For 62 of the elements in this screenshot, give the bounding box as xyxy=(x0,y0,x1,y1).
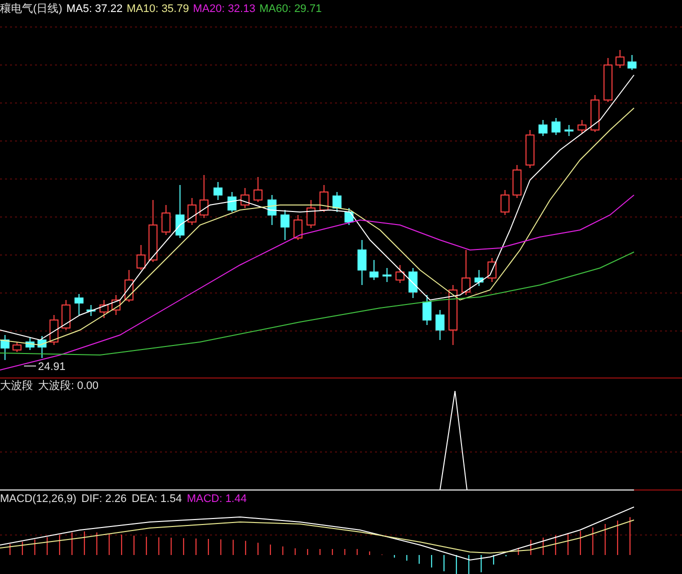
candlestick xyxy=(382,268,392,282)
candlestick xyxy=(50,314,58,346)
candlestick xyxy=(124,270,134,302)
candlestick xyxy=(280,210,290,240)
candlestick xyxy=(100,300,108,318)
candlestick xyxy=(474,270,484,286)
candlestick xyxy=(448,284,458,346)
candlestick xyxy=(254,176,262,202)
candlestick xyxy=(148,200,158,262)
candlestick xyxy=(408,268,418,298)
macd-label: DIF: 2.26 xyxy=(81,492,127,507)
candlestick xyxy=(12,342,22,352)
moving-average-value: MA60: 29.71 xyxy=(259,2,322,17)
candlestick xyxy=(214,182,222,200)
candlestick xyxy=(538,120,548,136)
candlestick xyxy=(26,338,34,350)
candlestick xyxy=(240,188,250,208)
stock-title: 穰电气(日线) xyxy=(0,2,62,17)
candlestick xyxy=(188,198,196,226)
macd-label: MACD(12,26,9) xyxy=(0,492,76,507)
candlestick xyxy=(200,174,208,218)
candlestick xyxy=(176,184,184,238)
candlestick xyxy=(422,294,432,326)
candlestick xyxy=(228,192,236,212)
candlestick xyxy=(500,190,510,216)
candlestick xyxy=(370,260,378,280)
candlestick xyxy=(526,130,534,168)
candlestick xyxy=(564,124,574,136)
candlestick xyxy=(162,204,170,236)
indicator-label: 大波段 xyxy=(0,379,33,394)
moving-average-value: MA20: 32.13 xyxy=(192,2,256,17)
candlestick xyxy=(62,300,70,330)
candlestick xyxy=(436,310,444,340)
candlestick xyxy=(396,264,404,284)
candlestick xyxy=(488,258,496,282)
candlestick xyxy=(136,244,146,270)
candlestick xyxy=(74,294,84,316)
candlestick xyxy=(332,192,342,212)
candlestick xyxy=(112,294,120,316)
candlestick xyxy=(628,54,636,70)
candlestick xyxy=(616,50,624,68)
candlestick xyxy=(552,118,560,136)
candlestick xyxy=(0,334,10,360)
candlestick xyxy=(306,200,316,228)
candlestick xyxy=(604,58,612,102)
candlestick xyxy=(268,194,276,226)
moving-average-value: MA10: 35.79 xyxy=(126,2,189,17)
candlestick xyxy=(590,94,600,132)
candlestick xyxy=(358,240,366,286)
macd-label: DEA: 1.54 xyxy=(132,492,182,507)
macd-label: MACD: 1.44 xyxy=(186,492,247,507)
indicator-label: 大波段: 0.00 xyxy=(38,379,99,394)
candlestick xyxy=(294,214,302,240)
candlestick xyxy=(320,184,328,212)
candlestick xyxy=(512,164,522,198)
candlestick xyxy=(462,250,470,296)
candlestick xyxy=(86,304,96,316)
candlestick xyxy=(578,120,586,134)
candlestick xyxy=(344,208,354,226)
candlestick xyxy=(38,336,46,358)
moving-average-value: MA5: 37.22 xyxy=(66,2,123,17)
low-price-label: 24.91 xyxy=(38,360,66,375)
